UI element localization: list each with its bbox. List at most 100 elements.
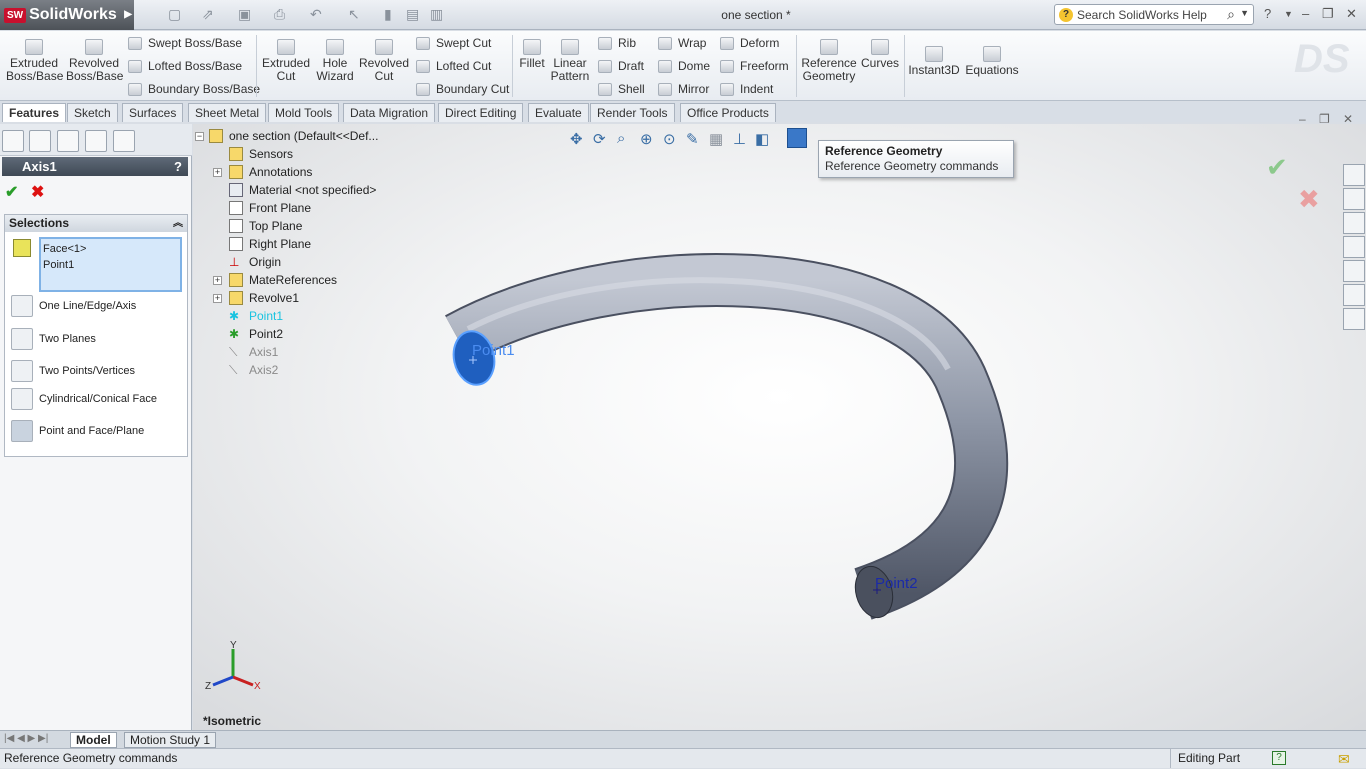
lofted-cut-button[interactable]: Lofted Cut — [416, 59, 491, 73]
design-library-icon[interactable] — [1343, 188, 1365, 210]
boundary-cut-button[interactable]: Boundary Cut — [416, 82, 509, 96]
cancel-x-icon[interactable]: ✖ — [31, 182, 44, 202]
solidworks-resources-icon[interactable] — [1343, 164, 1365, 186]
appearances-icon[interactable] — [1343, 260, 1365, 282]
previous-view-icon[interactable]: ⊙ — [663, 130, 676, 148]
zoom-to-fit-icon[interactable]: ✥ — [570, 130, 583, 148]
print-icon[interactable]: ⎙ — [274, 6, 285, 23]
tree-item-revolve1[interactable]: Revolve1 — [229, 291, 299, 305]
tab-render-tools[interactable]: Render Tools — [590, 103, 675, 122]
tab-data-migration[interactable]: Data Migration — [343, 103, 436, 122]
indent-button[interactable]: Indent — [720, 82, 773, 96]
file-properties-icon[interactable]: ▤ — [406, 6, 419, 23]
custom-properties-icon[interactable] — [1343, 284, 1365, 306]
help-dropdown-icon[interactable]: ▼ — [1284, 9, 1293, 19]
search-icon[interactable]: ⌕ — [1227, 6, 1235, 23]
viewport-minimize-icon[interactable]: – — [1299, 112, 1306, 126]
viewport-close-icon[interactable]: ✕ — [1343, 112, 1353, 126]
confirm-cancel-icon[interactable]: ✖ — [1298, 184, 1320, 215]
tab-sketch[interactable]: Sketch — [67, 103, 118, 122]
tree-item-point1[interactable]: ✱ Point1 — [229, 309, 283, 323]
tab-features[interactable]: Features — [2, 103, 67, 122]
zoom-in-icon[interactable]: ⊕ — [640, 130, 653, 148]
graphics-area[interactable]: Point1 Point2 ✥ ⟳ ⌕ ⊕ ⊙ ✎ ▦ ⊥ ◧ − one se… — [193, 112, 1366, 730]
option-point-and-face-plane[interactable]: Point and Face/Plane — [11, 420, 144, 442]
option-cylindrical-conical-face[interactable]: Cylindrical/Conical Face — [11, 388, 157, 410]
tree-item-right-plane[interactable]: Right Plane — [229, 237, 311, 251]
tree-item-point2[interactable]: ✱ Point2 — [229, 327, 283, 341]
collapse-icon[interactable]: ︽ — [173, 215, 183, 232]
minimize-icon[interactable]: – — [1302, 6, 1309, 21]
tab-mold-tools[interactable]: Mold Tools — [268, 103, 340, 122]
undo-icon[interactable]: ↶ — [310, 6, 322, 23]
tree-item-top-plane[interactable]: Top Plane — [229, 219, 302, 233]
options-icon[interactable]: ▥ — [430, 6, 443, 23]
search-dropdown-icon[interactable]: ▼ — [1240, 8, 1249, 18]
quick-tips-icon[interactable]: ? — [1272, 751, 1286, 765]
wrap-button[interactable]: Wrap — [658, 36, 706, 50]
equations-button[interactable]: Equations — [964, 42, 1020, 77]
instant3d-button[interactable]: Instant3D — [908, 42, 960, 77]
option-two-points-vertices[interactable]: Two Points/Vertices — [11, 360, 135, 382]
tab-sheet-metal[interactable]: Sheet Metal — [188, 103, 267, 122]
ok-check-icon[interactable]: ✔ — [5, 182, 18, 202]
pipe-model[interactable] — [193, 124, 1366, 730]
save-icon[interactable]: ▣ — [238, 6, 251, 23]
tab-office-products[interactable]: Office Products — [680, 103, 776, 122]
view-orientation-icon[interactable]: ▦ — [709, 130, 723, 148]
configuration-manager-icon[interactable] — [57, 130, 79, 152]
tree-collapse-icon[interactable]: − — [195, 132, 204, 141]
zoom-area-icon[interactable]: ⌕ — [617, 130, 625, 147]
tree-item-axis2[interactable]: ⟍ Axis2 — [229, 363, 278, 377]
section-view-icon[interactable]: ✎ — [686, 130, 699, 148]
view-palette-icon[interactable] — [1343, 236, 1365, 258]
dynamic-annotation-icon[interactable]: ⊥ — [733, 130, 746, 148]
menu-arrow-icon[interactable]: ▶ — [124, 9, 132, 20]
tab-model[interactable]: Model — [70, 732, 117, 748]
deform-button[interactable]: Deform — [720, 36, 779, 50]
boundary-boss-button[interactable]: Boundary Boss/Base — [128, 82, 260, 96]
confirm-check-icon[interactable]: ✔ — [1266, 152, 1288, 183]
reference-geometry-button[interactable]: Reference Geometry — [800, 35, 858, 83]
open-document-icon[interactable]: ⇗ — [202, 6, 214, 23]
tree-expand-icon[interactable]: + — [213, 276, 222, 285]
file-explorer-icon[interactable] — [1343, 212, 1365, 234]
close-icon[interactable]: ✕ — [1346, 6, 1357, 22]
option-one-line-edge-axis[interactable]: One Line/Edge/Axis — [11, 295, 136, 317]
display-style-icon[interactable]: ◧ — [755, 130, 769, 148]
rotate-view-icon[interactable]: ⟳ — [593, 130, 606, 148]
tab-direct-editing[interactable]: Direct Editing — [438, 103, 524, 122]
shell-button[interactable]: Shell — [598, 82, 645, 96]
rib-button[interactable]: Rib — [598, 36, 636, 50]
hole-wizard-button[interactable]: Hole Wizard — [312, 35, 358, 83]
tree-item-sensors[interactable]: Sensors — [229, 147, 293, 161]
draft-button[interactable]: Draft — [598, 59, 644, 73]
solidworks-logo[interactable]: SW SolidWorks ▶ — [0, 0, 134, 30]
swept-boss-button[interactable]: Swept Boss/Base — [128, 36, 242, 50]
new-document-icon[interactable]: ▢ — [168, 6, 181, 23]
tab-evaluate[interactable]: Evaluate — [528, 103, 589, 122]
dome-button[interactable]: Dome — [658, 59, 710, 73]
help-icon[interactable]: ? — [1264, 6, 1271, 21]
tree-root[interactable]: one section (Default<<Def... — [209, 129, 378, 143]
tree-expand-icon[interactable]: + — [213, 294, 222, 303]
tree-item-origin[interactable]: ⊥ Origin — [229, 255, 281, 269]
tree-item-front-plane[interactable]: Front Plane — [229, 201, 311, 215]
restore-icon[interactable]: ❐ — [1322, 6, 1334, 22]
revolved-cut-button[interactable]: Revolved Cut — [358, 35, 410, 83]
tab-surfaces[interactable]: Surfaces — [122, 103, 184, 122]
help-button[interactable]: ? — [174, 157, 182, 176]
lofted-boss-button[interactable]: Lofted Boss/Base — [128, 59, 242, 73]
tab-scroll-icons[interactable]: |◀ ◀ ▶ ▶| — [4, 733, 48, 744]
swept-cut-button[interactable]: Swept Cut — [416, 36, 491, 50]
shaded-display-icon[interactable] — [787, 128, 807, 148]
viewport-restore-icon[interactable]: ❐ — [1319, 112, 1330, 126]
mirror-button[interactable]: Mirror — [658, 82, 709, 96]
selection-list[interactable]: Face<1> Point1 — [39, 237, 182, 292]
rebuild-icon[interactable]: ▮ — [384, 6, 392, 23]
dimxpert-manager-icon[interactable] — [85, 130, 107, 152]
tree-item-annotations[interactable]: Annotations — [229, 165, 312, 179]
tree-item-axis1[interactable]: ⟍ Axis1 — [229, 345, 278, 359]
selections-header[interactable]: Selections ︽ — [5, 215, 187, 232]
curves-button[interactable]: Curves — [860, 35, 900, 70]
